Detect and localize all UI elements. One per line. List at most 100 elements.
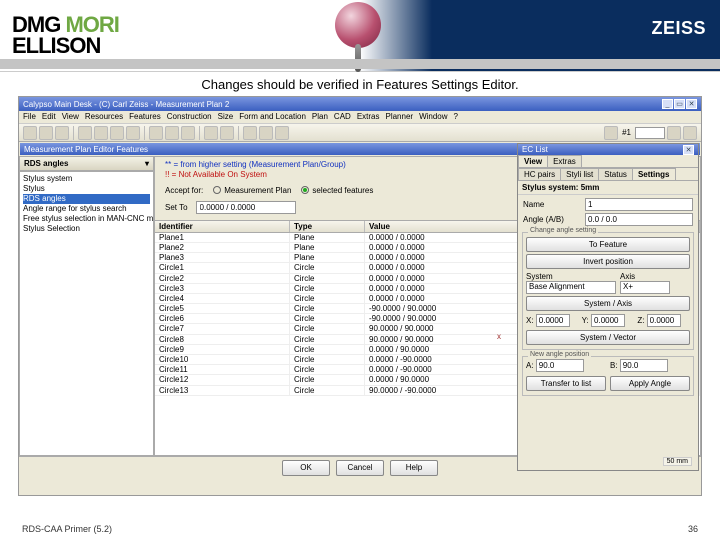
app-window: Calypso Main Desk - (C) Carl Zeiss - Mea… — [18, 96, 702, 496]
stylus-number: #1 — [622, 128, 631, 137]
tree-item[interactable]: Angle range for stylus search — [23, 204, 150, 214]
toolbar-field[interactable] — [635, 127, 665, 139]
tree-item[interactable]: Free stylus selection in MAN-CNC mode — [23, 214, 150, 224]
invert-position-button[interactable]: Invert position — [526, 254, 690, 269]
col-identifier[interactable]: Identifier — [155, 221, 290, 232]
b-input[interactable] — [620, 359, 668, 372]
new-angle-group: New angle position A: B: Transfer to lis… — [522, 356, 694, 396]
menu-form-and-location[interactable]: Form and Location — [239, 112, 306, 121]
toolbar-icon[interactable] — [149, 126, 163, 140]
menu-edit[interactable]: Edit — [42, 112, 56, 121]
scale-indicator: 50 mm — [663, 457, 692, 466]
menu-size[interactable]: Size — [218, 112, 234, 121]
toolbar-icon[interactable] — [110, 126, 124, 140]
tree-item[interactable]: RDS angles — [23, 194, 150, 204]
toolbar-icon[interactable] — [604, 126, 618, 140]
tree-item[interactable]: Stylus — [23, 184, 150, 194]
toolbar-icon[interactable] — [204, 126, 218, 140]
toolbar-icon[interactable] — [94, 126, 108, 140]
angle-ab-input[interactable] — [585, 213, 693, 226]
toolbar-icon[interactable] — [78, 126, 92, 140]
right-tabs-mid: HC pairs Styli list Status Settings — [518, 168, 698, 181]
close-icon: ✕ — [686, 99, 697, 109]
left-pane: RDS angles▾ Stylus systemStylusRDS angle… — [19, 156, 154, 456]
tab-hcpairs[interactable]: HC pairs — [518, 168, 561, 180]
toolbar[interactable]: #1 — [19, 124, 701, 142]
z-input[interactable] — [647, 314, 681, 327]
window-title: Calypso Main Desk - (C) Carl Zeiss - Mea… — [23, 100, 229, 109]
system-vector-button[interactable]: System / Vector — [526, 330, 690, 345]
to-feature-button[interactable]: To Feature — [526, 237, 690, 252]
x-input[interactable] — [536, 314, 570, 327]
hds-angles-tab[interactable]: RDS angles▾ — [19, 156, 154, 171]
axis-select[interactable]: X+ — [620, 281, 670, 294]
a-input[interactable] — [536, 359, 584, 372]
transfer-to-list-button[interactable]: Transfer to list — [526, 376, 606, 391]
apply-angle-button[interactable]: Apply Angle — [610, 376, 690, 391]
footer-left: RDS-CAA Primer (5.2) — [22, 524, 112, 534]
probe-sphere-image — [335, 2, 381, 48]
tab-view[interactable]: View — [518, 155, 548, 167]
title-bar: Calypso Main Desk - (C) Carl Zeiss - Mea… — [19, 97, 701, 111]
maximize-icon: ▭ — [674, 99, 685, 109]
menu-file[interactable]: File — [23, 112, 36, 121]
banner-stripe — [0, 59, 720, 69]
toolbar-icon[interactable] — [259, 126, 273, 140]
toolbar-icon[interactable] — [275, 126, 289, 140]
menu-resources[interactable]: Resources — [85, 112, 123, 121]
cancel-button[interactable]: Cancel — [336, 460, 384, 476]
menu-plan[interactable]: Plan — [312, 112, 328, 121]
minimize-icon: _ — [662, 99, 673, 109]
change-angle-group: Change angle setting To Feature Invert p… — [522, 232, 694, 350]
menu-bar[interactable]: File Edit View Resources Features Constructio… — [19, 111, 701, 124]
y-input[interactable] — [591, 314, 625, 327]
toolbar-icon[interactable] — [181, 126, 195, 140]
tab-extras[interactable]: Extras — [547, 155, 582, 167]
menu-planner[interactable]: Planner — [385, 112, 413, 121]
menu-?[interactable]: ? — [454, 112, 458, 121]
banner: DMG MORI ELLISON ZEISS — [0, 0, 720, 72]
tree-item[interactable]: Stylus system — [23, 174, 150, 184]
toolbar-icon[interactable] — [55, 126, 69, 140]
menu-features[interactable]: Features — [129, 112, 161, 121]
menu-construction[interactable]: Construction — [167, 112, 212, 121]
zeiss-logo: ZEISS — [651, 18, 706, 39]
page-number: 36 — [688, 524, 698, 534]
tree-item[interactable]: Stylus Selection — [23, 224, 150, 234]
tab-settings[interactable]: Settings — [632, 168, 676, 180]
slide-caption: Changes should be verified in Features S… — [0, 72, 720, 96]
axis-x-label: x — [497, 332, 501, 341]
ok-button[interactable]: OK — [282, 460, 330, 476]
window-buttons[interactable]: _▭✕ — [661, 99, 697, 109]
toolbar-icon[interactable] — [683, 126, 697, 140]
toolbar-icon[interactable] — [126, 126, 140, 140]
col-type[interactable]: Type — [290, 221, 365, 232]
settings-tree[interactable]: Stylus systemStylusRDS anglesAngle range… — [19, 171, 154, 456]
tab-stylilist[interactable]: Styli list — [560, 168, 599, 180]
close-icon: ✕ — [683, 145, 694, 155]
radio-selected-features[interactable]: selected features — [301, 186, 373, 195]
right-tabs-top: View Extras — [518, 155, 698, 168]
stylus-system-label: Stylus system: 5mm — [518, 181, 698, 195]
dmg-mori-ellison-logo: DMG MORI ELLISON — [0, 15, 119, 57]
system-select[interactable]: Base Alignment — [526, 281, 616, 294]
menu-extras[interactable]: Extras — [357, 112, 380, 121]
set-to-input[interactable] — [196, 201, 296, 214]
toolbar-icon[interactable] — [165, 126, 179, 140]
toolbar-icon[interactable] — [243, 126, 257, 140]
radio-measurement-plan[interactable]: Measurement Plan — [213, 186, 291, 195]
slide-footer: RDS-CAA Primer (5.2) 36 — [22, 524, 698, 534]
help-button[interactable]: Help — [390, 460, 438, 476]
menu-window[interactable]: Window — [419, 112, 447, 121]
toolbar-icon[interactable] — [39, 126, 53, 140]
right-pane: EC List✕ View Extras HC pairs Styli list… — [517, 143, 699, 471]
toolbar-icon[interactable] — [667, 126, 681, 140]
menu-view[interactable]: View — [62, 112, 79, 121]
menu-cad[interactable]: CAD — [334, 112, 351, 121]
system-axis-button[interactable]: System / Axis — [526, 296, 690, 311]
name-input[interactable] — [585, 198, 693, 211]
toolbar-icon[interactable] — [220, 126, 234, 140]
toolbar-icon[interactable] — [23, 126, 37, 140]
chevron-down-icon: ▾ — [145, 159, 149, 168]
tab-status[interactable]: Status — [598, 168, 633, 180]
